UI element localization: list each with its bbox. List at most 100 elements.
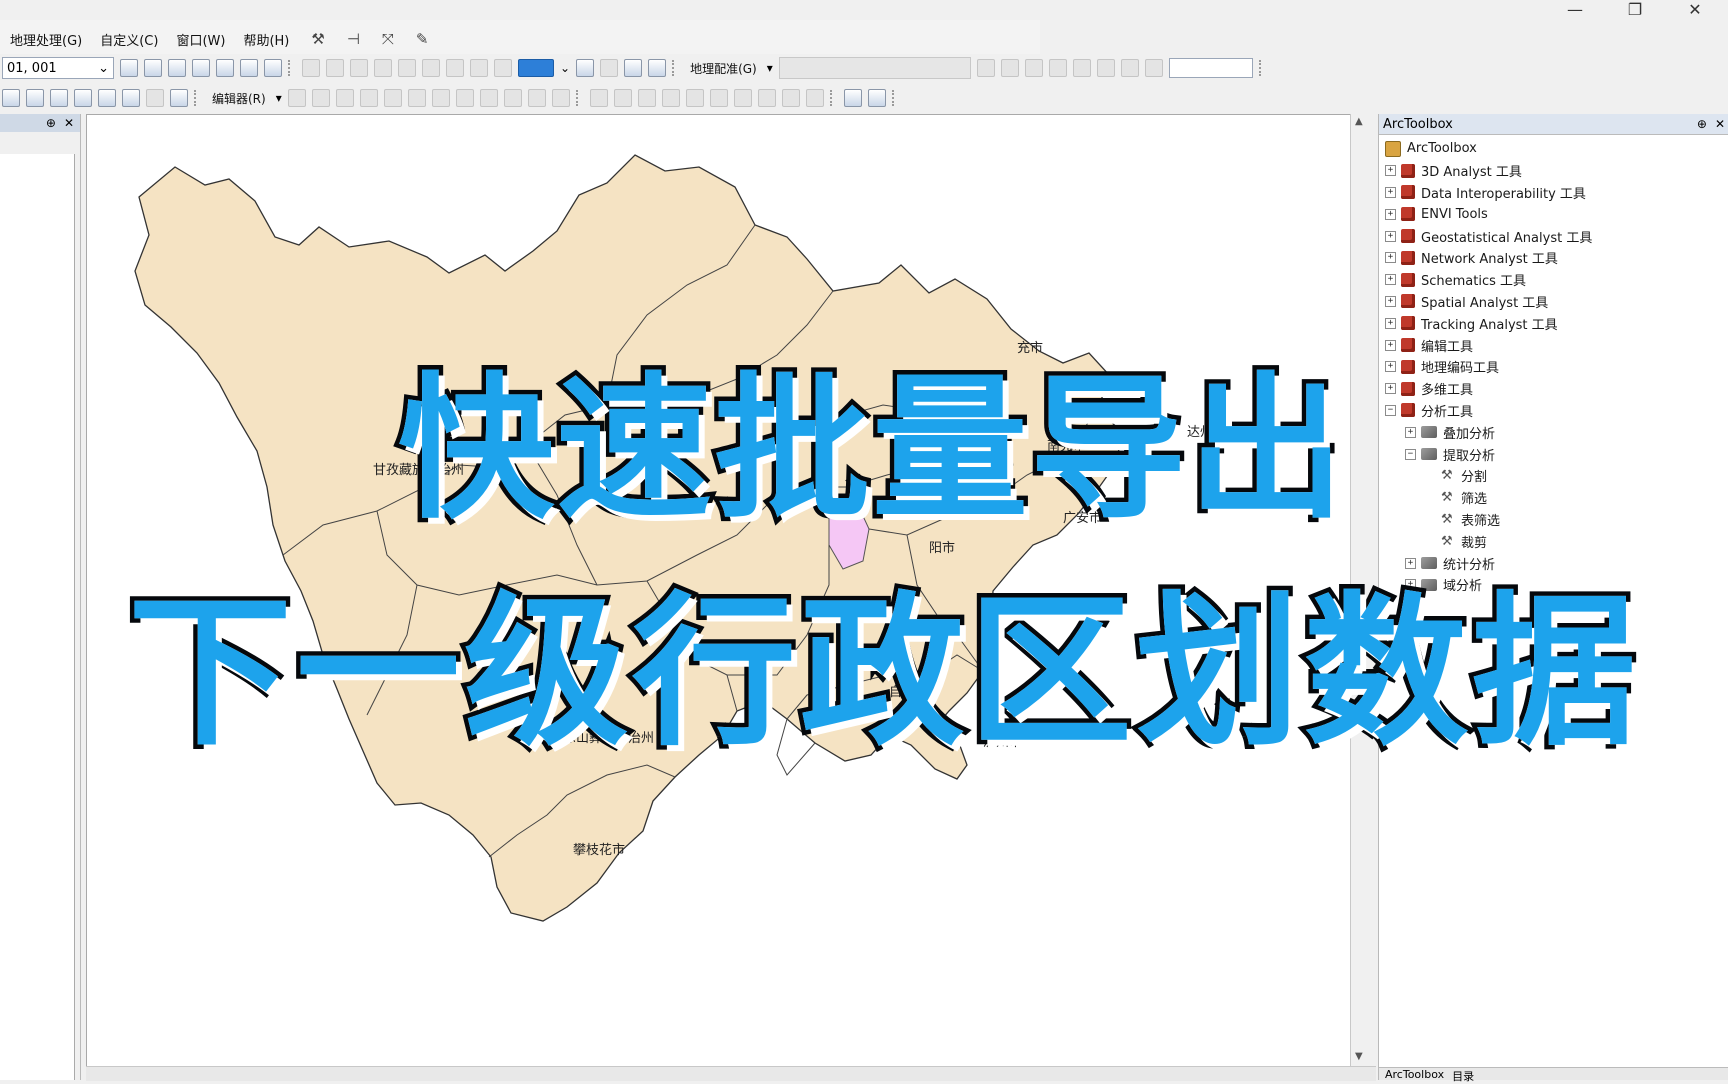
find-icon[interactable] [74,89,92,107]
toolbar-grip[interactable] [1258,60,1267,76]
edit-tool-icon [479,89,498,107]
pen-icon[interactable]: ✎ [416,30,429,48]
menu-help[interactable]: 帮助(H) [243,30,289,49]
toc-header: ⊕ ✕ [0,114,80,132]
toolbox-icon [1401,272,1415,287]
tree-item-label: Schematics 工具 [1421,274,1527,290]
standard-toolbar: 01, 001 ⌄ ⌄ 地理配准(G) ▾ [0,54,1728,82]
expand-icon[interactable]: + [1385,165,1396,177]
close-button[interactable]: ✕ [1684,0,1706,22]
close-icon[interactable]: ✕ [1715,117,1725,131]
toolbox-icon [1401,185,1415,200]
scale-combobox[interactable]: 01, 001 ⌄ [2,57,114,79]
expand-icon[interactable]: + [1385,252,1396,264]
expand-icon[interactable]: + [1385,230,1396,242]
python-window-icon[interactable] [240,59,258,77]
tree-item-label: ENVI Tools [1421,206,1488,222]
goto-xy-icon[interactable] [98,89,116,107]
edit-tool-icon [359,89,378,107]
menu-window[interactable]: 窗口(W) [176,30,225,49]
georef-tool-icon [1048,59,1067,77]
restore-button[interactable]: ❐ [1624,0,1646,22]
identify-icon[interactable] [2,89,20,107]
georeferencing-menu[interactable]: 地理配准(G) [690,60,757,77]
tree-root[interactable]: ArcToolbox [1379,138,1728,160]
tree-item[interactable]: + Data Interoperability 工具 [1379,182,1728,204]
layout-tool-icon [350,59,368,77]
toolbox-icon [1401,163,1415,178]
toolbar-grip[interactable] [891,90,900,106]
d-icon[interactable] [843,89,862,107]
print-icon[interactable] [648,59,667,77]
scroll-down-icon[interactable]: ▼ [1355,1051,1363,1062]
measure-icon[interactable]: ⊣ [347,30,360,48]
chevron-down-icon[interactable]: ⌄ [560,61,570,75]
tree-item[interactable]: +3D Analyst 工具 [1379,160,1728,182]
toolbar-grip[interactable] [575,90,584,106]
full-extent-icon[interactable]: ⤧ [382,30,394,48]
rotation-input[interactable] [1168,58,1253,78]
tab-arctoolbox[interactable]: ArcToolbox [1385,1068,1444,1081]
book-icon[interactable] [867,89,886,107]
tree-root-label: ArcToolbox [1407,141,1477,157]
tree-item[interactable]: + Schematics 工具 [1379,269,1728,291]
expand-icon[interactable]: + [1385,186,1396,198]
measure-icon[interactable] [50,89,68,107]
editor-toolbar-icon[interactable] [120,59,138,77]
tree-item[interactable]: + ENVI Tools [1379,203,1728,225]
tree-item[interactable]: + Spatial Analyst 工具 [1379,291,1728,313]
create-viewer-icon[interactable] [170,89,188,107]
georef-tool-icon [976,59,995,77]
layout-tool-icon [374,59,392,77]
binoculars-icon[interactable] [624,59,643,77]
toolbox-icon [1401,207,1415,222]
model-builder-icon[interactable] [264,59,282,77]
hammer-icon[interactable]: ⚒ [311,30,324,48]
status-bar [86,1066,1376,1081]
window-controls: — ❐ ✕ [1564,0,1728,22]
topology-tool-icon [733,89,752,107]
topology-tool-icon [637,89,656,107]
expand-icon[interactable]: + [1385,274,1396,286]
pin-icon[interactable]: ⊕ [46,116,56,130]
route-icon[interactable] [122,89,140,107]
map-label-panzhihua: 攀枝花市 [573,843,626,858]
zoom-percent-field[interactable] [518,59,554,77]
menu-geoprocessing[interactable]: 地理处理(G) [10,30,82,49]
caret-down-icon[interactable]: ▾ [767,61,773,75]
tab-catalog[interactable]: 目录 [1452,1068,1474,1083]
overlay-title-line2: 下一级行政区划数据 [123,573,1640,773]
toolbox-icon [1401,229,1415,244]
search-window-icon[interactable] [192,59,210,77]
toolbar-grip[interactable] [829,90,838,106]
editor-menu[interactable]: 编辑器(R) [212,90,266,107]
close-icon[interactable]: ✕ [64,116,74,130]
toolbar-grip[interactable] [194,90,202,106]
pin-icon[interactable]: ⊕ [1697,117,1707,131]
tree-item-label: 3D Analyst 工具 [1421,165,1522,181]
arctoolbox-icon[interactable] [216,59,234,77]
chevron-down-icon: ⌄ [98,60,109,76]
page-icon[interactable] [576,59,595,77]
topology-tool-icon [613,89,632,107]
table-icon[interactable] [144,59,162,77]
html-popup-icon[interactable] [26,89,44,107]
scroll-up-icon[interactable]: ▲ [1355,116,1363,127]
menu-customize[interactable]: 自定义(C) [100,30,158,49]
edit-tool-icon [503,89,522,107]
layout-tool-icon [494,59,512,77]
catalog-icon[interactable] [168,59,186,77]
edit-tool-icon [527,89,546,107]
toolbar-grip[interactable] [288,60,296,76]
expand-icon[interactable]: + [1385,208,1396,220]
toolbar-grip[interactable] [672,60,680,76]
time-slider-icon [146,89,164,107]
minimize-button[interactable]: — [1564,0,1586,22]
topology-tool-icon [757,89,776,107]
layout-tool-icon [470,59,488,77]
toolbox-icon [1401,250,1415,265]
tree-item[interactable]: + Network Analyst 工具 [1379,247,1728,269]
tree-item[interactable]: + Geostatistical Analyst 工具 [1379,225,1728,247]
expand-icon[interactable]: + [1385,295,1396,307]
caret-down-icon[interactable]: ▾ [276,91,282,105]
